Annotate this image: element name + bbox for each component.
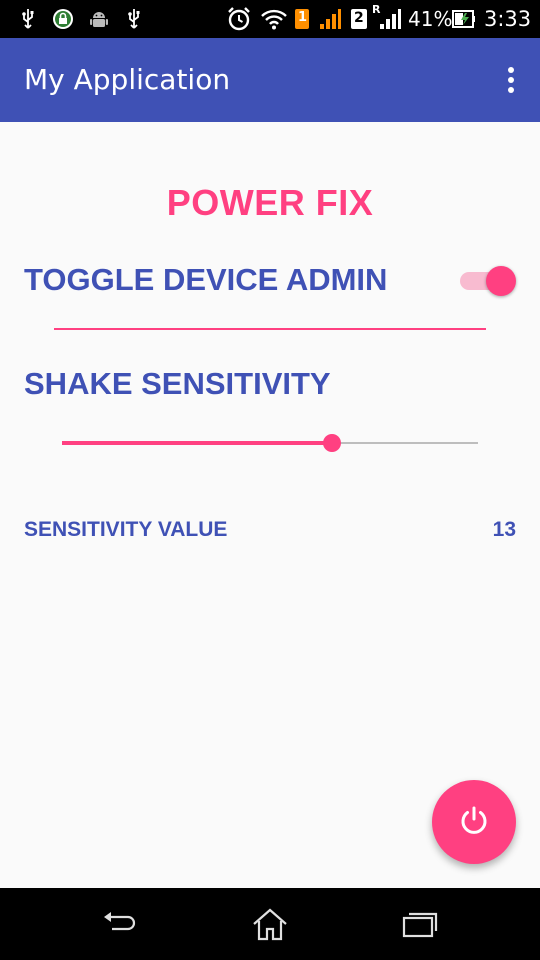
device-admin-switch[interactable] bbox=[460, 264, 516, 298]
more-vert-icon[interactable] bbox=[500, 64, 522, 96]
wifi-icon bbox=[260, 8, 288, 30]
alarm-icon bbox=[226, 6, 252, 32]
status-bar: 1 2 R 41% 3:33 bbox=[0, 0, 540, 38]
lock-icon bbox=[52, 8, 74, 30]
signal-icon bbox=[378, 8, 402, 30]
divider bbox=[54, 328, 486, 330]
signal-icon bbox=[318, 8, 342, 30]
sim1-number: 1 bbox=[298, 10, 308, 25]
sensitivity-value: 13 bbox=[492, 518, 516, 541]
app-bar: My Application bbox=[0, 38, 540, 122]
main-content: POWER FIX TOGGLE DEVICE ADMIN SHAKE SENS… bbox=[0, 122, 540, 888]
recents-icon[interactable] bbox=[400, 906, 440, 942]
navigation-bar bbox=[0, 888, 540, 960]
sensitivity-value-label: SENSITIVITY VALUE bbox=[24, 518, 228, 541]
slider-fill bbox=[62, 441, 333, 445]
battery-icon bbox=[452, 8, 476, 30]
battery-percent: 41% bbox=[408, 7, 453, 31]
switch-thumb[interactable] bbox=[486, 266, 516, 296]
usb-icon bbox=[18, 8, 38, 30]
app-title: My Application bbox=[24, 63, 231, 96]
home-icon[interactable] bbox=[250, 906, 290, 942]
power-icon bbox=[457, 803, 491, 841]
toggle-device-admin-label: TOGGLE DEVICE ADMIN bbox=[24, 262, 388, 297]
clock: 3:33 bbox=[484, 7, 532, 31]
usb-icon bbox=[124, 8, 144, 30]
slider-thumb[interactable] bbox=[323, 434, 342, 452]
power-button[interactable] bbox=[432, 780, 516, 864]
sim2-number: 2 bbox=[354, 10, 364, 26]
back-icon[interactable] bbox=[100, 906, 140, 942]
page-title: POWER FIX bbox=[166, 182, 374, 223]
android-icon bbox=[88, 8, 110, 30]
sensitivity-slider[interactable] bbox=[62, 430, 478, 456]
shake-sensitivity-label: SHAKE SENSITIVITY bbox=[24, 366, 331, 401]
